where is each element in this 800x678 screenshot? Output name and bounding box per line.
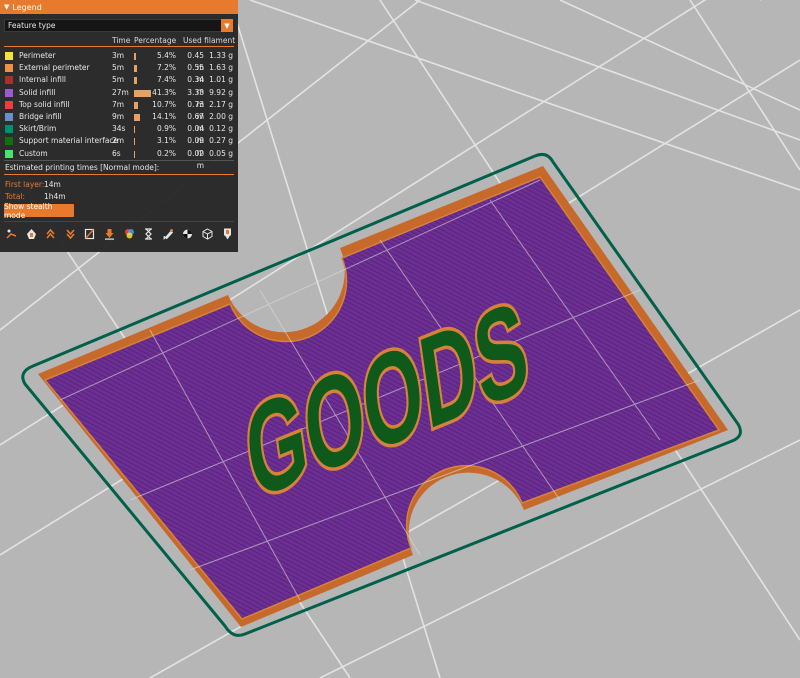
feature-percentage: 7.4%	[156, 75, 176, 85]
collapse-arrow-icon[interactable]: ▼	[4, 3, 9, 11]
legend-row[interactable]: Bridge infill 9m 14.1% 0.67 m 2.00 g	[0, 111, 238, 133]
color-swatch	[5, 137, 13, 146]
feature-weight: 1.63 g	[209, 63, 233, 73]
travel-icon[interactable]	[6, 228, 17, 240]
feature-weight: 1.33 g	[209, 51, 233, 60]
custom-gcodes-icon[interactable]	[163, 228, 174, 240]
feature-percentage: 3.1%	[156, 136, 176, 146]
time-column-header: Time	[112, 36, 131, 45]
feature-name: Internal infill	[19, 75, 67, 85]
feature-percentage: 14.1%	[152, 112, 176, 121]
feature-name: Custom	[19, 148, 48, 158]
color-swatch	[5, 52, 13, 60]
percentage-bar	[134, 53, 137, 60]
feature-time: 5m	[112, 75, 125, 85]
color-swatch	[5, 125, 13, 134]
legend-row[interactable]: Internal infill 5m 7.4% 0.34 m 1.01 g	[0, 74, 238, 96]
percentage-bar	[134, 77, 137, 85]
feature-percentage: 41.3%	[152, 87, 176, 97]
color-swatch	[5, 100, 13, 109]
color-changes-icon[interactable]	[124, 228, 135, 240]
feature-name: Support material interface	[19, 136, 119, 146]
options-toolbar	[6, 228, 241, 240]
legend-row[interactable]: Skirt/Brim 34s 0.9% 0.04 m 0.12 g	[0, 123, 238, 145]
feature-name: Perimeter	[19, 51, 56, 60]
feature-name: Top solid infill	[19, 99, 70, 109]
percentage-bar	[134, 101, 139, 109]
legend-row[interactable]: External perimeter 5m 7.2% 0.55 m 1.63 g	[0, 62, 238, 84]
first-layer-value: 14m	[44, 180, 61, 189]
percentage-bar	[134, 114, 140, 121]
feature-weight: 0.27 g	[209, 136, 233, 146]
total-label: Total:	[5, 192, 26, 201]
legend-row[interactable]: Support material interface 2m 3.1% 0.09 m 0.…	[0, 135, 238, 157]
tool-marker-icon[interactable]	[222, 228, 233, 240]
percentage-column-header: Percentage	[134, 36, 177, 45]
list-divider	[4, 160, 234, 161]
feature-time: 34s	[112, 124, 126, 134]
first-layer-label: First layer:	[5, 180, 45, 189]
legend-row[interactable]: Perimeter 3m 5.4% 0.45 m 1.33 g	[0, 50, 238, 72]
feature-name: Skirt/Brim	[19, 124, 57, 134]
feature-percentage: 5.4%	[156, 51, 176, 60]
toolbar-divider	[4, 221, 234, 222]
feature-time: 27m	[112, 87, 129, 97]
percentage-bar	[134, 65, 137, 73]
feature-time: 5m	[112, 63, 125, 73]
used-filament-column-header: Used filament	[183, 36, 236, 45]
legend-row[interactable]: Solid infill 27m 41.3% 3.33 m 9.92 g	[0, 87, 238, 109]
seams-icon[interactable]	[84, 228, 95, 240]
color-swatch	[5, 113, 13, 121]
estimate-divider	[4, 174, 234, 175]
wipe-icon[interactable]	[26, 228, 37, 240]
tool-changes-icon[interactable]	[104, 228, 115, 240]
percentage-bar	[134, 89, 151, 97]
dropdown-arrow-icon[interactable]: ▼	[221, 19, 233, 32]
feature-percentage: 10.7%	[152, 99, 176, 109]
feature-weight: 2.17 g	[209, 99, 233, 109]
feature-name: Solid infill	[19, 87, 56, 97]
percentage-bar	[134, 138, 136, 146]
feature-name: External perimeter	[19, 63, 90, 73]
feature-percentage: 0.9%	[156, 124, 176, 134]
feature-weight: 0.05 g	[209, 148, 233, 158]
legend-panel: ▼ Legend Feature type ▼ Time Percentage …	[0, 0, 238, 252]
legend-row[interactable]: Top solid infill 7m 10.7% 0.73 m 2.17 g	[0, 99, 238, 121]
shells-icon[interactable]	[202, 228, 213, 240]
retractions-icon[interactable]	[45, 228, 56, 240]
center-of-gravity-icon[interactable]	[182, 228, 193, 240]
color-swatch	[5, 88, 13, 97]
feature-weight: 1.01 g	[209, 75, 233, 85]
color-swatch	[5, 76, 13, 85]
feature-time: 2m	[112, 136, 125, 146]
show-stealth-mode-button[interactable]: Show stealth mode	[4, 202, 74, 220]
view-type-value: Feature type	[8, 21, 56, 30]
deretractions-icon[interactable]	[65, 228, 76, 240]
legend-title: Legend	[12, 2, 42, 12]
color-swatch	[5, 64, 13, 73]
feature-time: 3m	[112, 51, 125, 60]
percentage-bar	[134, 126, 135, 134]
feature-weight: 2.00 g	[209, 112, 233, 121]
percentage-bar	[134, 150, 135, 158]
legend-header[interactable]: ▼ Legend	[0, 0, 238, 14]
estimated-times-label: Estimated printing times [Normal mode]:	[5, 163, 160, 172]
feature-percentage: 0.2%	[156, 148, 176, 158]
feature-percentage: 7.2%	[156, 63, 176, 73]
pause-prints-icon[interactable]	[143, 228, 154, 240]
feature-weight: 9.92 g	[209, 87, 233, 97]
color-swatch	[5, 149, 13, 158]
feature-name: Bridge infill	[19, 112, 62, 121]
feature-time: 6s	[112, 148, 121, 158]
feature-time: 7m	[112, 99, 125, 109]
feature-time: 9m	[112, 112, 125, 121]
legend-row[interactable]: Custom 6s 0.2% 0.02 m 0.05 g	[0, 148, 238, 170]
header-divider	[4, 46, 234, 47]
feature-weight: 0.12 g	[209, 124, 233, 134]
view-type-select[interactable]: Feature type ▼	[4, 19, 233, 32]
total-value: 1h4m	[44, 192, 66, 201]
